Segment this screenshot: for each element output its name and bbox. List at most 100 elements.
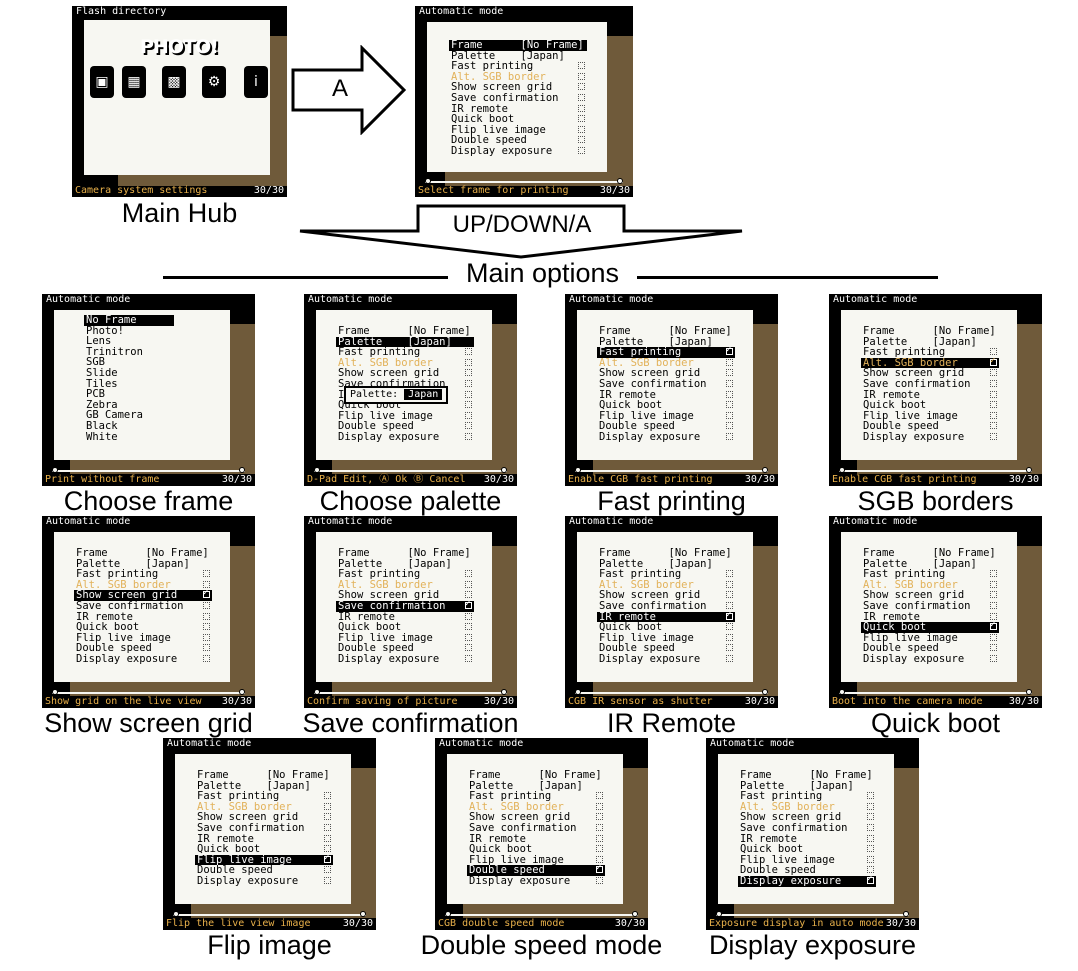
checkbox[interactable] <box>465 401 472 409</box>
checkbox[interactable] <box>203 612 210 620</box>
checkbox[interactable] <box>726 623 733 631</box>
checkbox[interactable] <box>596 823 603 831</box>
menu-item[interactable]: Display exposure <box>738 874 876 887</box>
checkbox[interactable] <box>726 580 733 588</box>
menu-item[interactable]: Display exposure <box>597 432 735 443</box>
checkbox[interactable] <box>867 834 874 842</box>
checkbox[interactable] <box>726 358 733 366</box>
checkbox[interactable] <box>726 422 733 430</box>
checkbox[interactable] <box>324 866 331 874</box>
scrollbar[interactable] <box>173 911 366 917</box>
checkbox[interactable] <box>726 644 733 652</box>
checkbox[interactable] <box>465 411 472 419</box>
checkbox[interactable] <box>578 83 585 91</box>
frame-option[interactable]: Slide <box>84 368 174 379</box>
checkbox[interactable] <box>867 874 874 885</box>
checkbox[interactable] <box>867 802 874 810</box>
menu-item[interactable]: Display exposure <box>336 654 474 665</box>
checkbox[interactable] <box>867 823 874 831</box>
info-icon[interactable]: i <box>244 66 268 98</box>
checkbox[interactable] <box>578 104 585 112</box>
checkbox[interactable] <box>867 792 874 800</box>
checkbox[interactable] <box>324 853 331 863</box>
checkbox[interactable] <box>465 390 472 398</box>
checkbox[interactable] <box>990 390 997 398</box>
checkbox[interactable] <box>726 345 733 356</box>
checkbox[interactable] <box>465 644 472 652</box>
checkbox[interactable] <box>465 422 472 430</box>
checkbox[interactable] <box>726 432 733 440</box>
checkbox[interactable] <box>203 633 210 641</box>
checkbox[interactable] <box>203 623 210 631</box>
menu-item[interactable]: Display exposure <box>195 876 333 887</box>
checkbox[interactable] <box>465 654 472 662</box>
checkbox[interactable] <box>465 369 472 377</box>
checkbox[interactable] <box>990 570 997 578</box>
checkbox[interactable] <box>578 62 585 70</box>
checkbox[interactable] <box>867 866 874 874</box>
menu-item[interactable]: Display exposure <box>467 876 605 887</box>
checkbox[interactable] <box>465 379 472 387</box>
checkbox[interactable] <box>726 401 733 409</box>
checkbox[interactable] <box>465 599 472 610</box>
scrollbar[interactable] <box>445 911 638 917</box>
checkbox[interactable] <box>324 802 331 810</box>
scrollbar[interactable] <box>314 467 507 473</box>
checkbox[interactable] <box>726 379 733 387</box>
gear-hand-icon[interactable]: ⚙ <box>202 66 226 98</box>
frame-option[interactable]: No Frame <box>84 315 174 326</box>
checkbox[interactable] <box>324 813 331 821</box>
frame-option[interactable]: Black <box>84 421 174 432</box>
checkbox[interactable] <box>990 369 997 377</box>
checkbox[interactable] <box>578 115 585 123</box>
camera-body-icon[interactable]: ▣ <box>90 66 114 98</box>
checkbox[interactable] <box>203 570 210 578</box>
checkbox[interactable] <box>990 411 997 419</box>
checkbox[interactable] <box>596 876 603 884</box>
checkbox[interactable] <box>578 125 585 133</box>
checkbox[interactable] <box>578 136 585 144</box>
scrollbar[interactable] <box>52 467 245 473</box>
checkbox[interactable] <box>465 432 472 440</box>
checkbox[interactable] <box>203 654 210 662</box>
checkbox[interactable] <box>596 802 603 810</box>
checkbox[interactable] <box>990 620 997 631</box>
scrollbar[interactable] <box>575 689 768 695</box>
checkbox[interactable] <box>990 612 997 620</box>
checkbox[interactable] <box>203 601 210 609</box>
checkbox[interactable] <box>465 623 472 631</box>
palette-popup-value[interactable]: Japan <box>404 389 443 400</box>
checkbox[interactable] <box>324 823 331 831</box>
checkbox[interactable] <box>990 422 997 430</box>
checkbox[interactable] <box>867 813 874 821</box>
scrollbar[interactable] <box>716 911 909 917</box>
checkbox[interactable] <box>990 591 997 599</box>
menu-item[interactable]: Display exposure <box>74 654 212 665</box>
checkbox[interactable] <box>578 72 585 80</box>
checkbox[interactable] <box>203 580 210 588</box>
scrollbar[interactable] <box>425 178 623 184</box>
palette-popup[interactable]: Palette: Japan <box>344 386 449 404</box>
checkbox[interactable] <box>867 855 874 863</box>
checkbox[interactable] <box>990 633 997 641</box>
menu-item[interactable]: Display exposure <box>449 146 587 157</box>
menu-item[interactable]: Display exposure <box>336 432 474 443</box>
checkbox[interactable] <box>596 792 603 800</box>
checkbox[interactable] <box>726 570 733 578</box>
checkbox[interactable] <box>990 644 997 652</box>
checkbox[interactable] <box>324 834 331 842</box>
checkbox[interactable] <box>596 834 603 842</box>
checkbox[interactable] <box>596 845 603 853</box>
checkbox[interactable] <box>726 633 733 641</box>
checkbox[interactable] <box>465 591 472 599</box>
checkbox[interactable] <box>324 792 331 800</box>
checkbox[interactable] <box>990 356 997 366</box>
checkbox[interactable] <box>990 379 997 387</box>
chip-icon[interactable]: ▩ <box>162 66 186 98</box>
checkbox[interactable] <box>726 591 733 599</box>
scrollbar[interactable] <box>575 467 768 473</box>
checkbox[interactable] <box>596 855 603 863</box>
scrollbar[interactable] <box>839 689 1032 695</box>
checkbox[interactable] <box>203 588 210 599</box>
checkbox[interactable] <box>990 580 997 588</box>
